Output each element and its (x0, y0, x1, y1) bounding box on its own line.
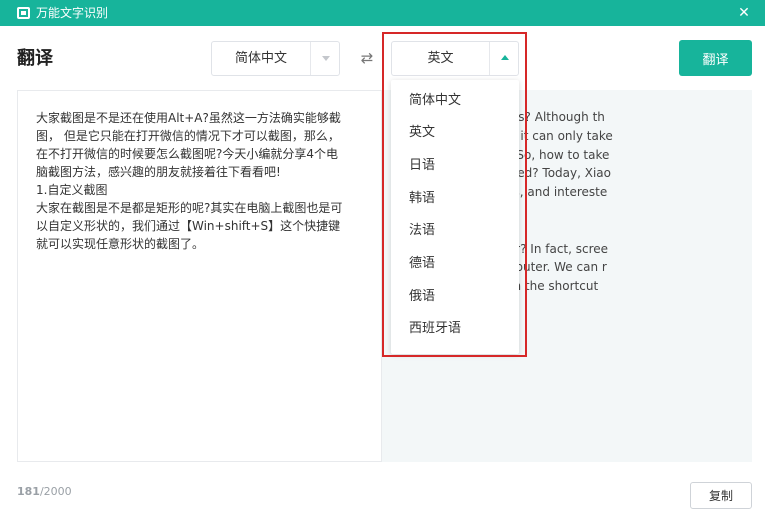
target-language-dropdown: 简体中文 英文 日语 韩语 法语 德语 俄语 西班牙语 (391, 80, 519, 354)
dropdown-option-english[interactable]: 英文 (391, 119, 519, 147)
character-count-max: /2000 (39, 485, 72, 498)
title-bar: 万能文字识别 ✕ (0, 0, 765, 26)
copy-button[interactable]: 复制 (690, 482, 752, 509)
translate-button[interactable]: 翻译 (679, 40, 752, 76)
swap-languages-icon[interactable]: ⇄ (357, 48, 377, 68)
source-language-value: 简体中文 (234, 51, 287, 66)
target-language-select[interactable]: 英文 (391, 41, 519, 76)
dropdown-option-spanish[interactable]: 西班牙语 (391, 315, 519, 343)
target-language-dropdown-button[interactable] (489, 42, 519, 75)
page-title: 翻译 (17, 48, 53, 69)
source-text-area[interactable]: 大家截图是不是还在使用Alt+A?虽然这一方法确实能够截 图， 但是它只能在打开… (17, 90, 382, 462)
chevron-up-icon (501, 55, 509, 60)
source-language-dropdown-button[interactable] (310, 42, 340, 75)
chevron-down-icon (322, 56, 330, 61)
dropdown-option-korean[interactable]: 韩语 (391, 185, 519, 213)
dropdown-option-german[interactable]: 德语 (391, 250, 519, 278)
close-icon[interactable]: ✕ (735, 3, 753, 23)
dropdown-option-russian[interactable]: 俄语 (391, 283, 519, 311)
character-count-current: 181 (17, 485, 40, 498)
dropdown-option-simplified-chinese[interactable]: 简体中文 (391, 87, 519, 115)
app-icon (17, 7, 30, 19)
target-language-value: 英文 (427, 51, 454, 66)
source-language-select[interactable]: 简体中文 (211, 41, 340, 76)
character-count: 181/2000 (17, 485, 72, 499)
dropdown-option-french[interactable]: 法语 (391, 217, 519, 245)
source-text[interactable]: 大家截图是不是还在使用Alt+A?虽然这一方法确实能够截 图， 但是它只能在打开… (36, 109, 371, 253)
window-title: 万能文字识别 (36, 6, 109, 20)
dropdown-option-japanese[interactable]: 日语 (391, 152, 519, 180)
